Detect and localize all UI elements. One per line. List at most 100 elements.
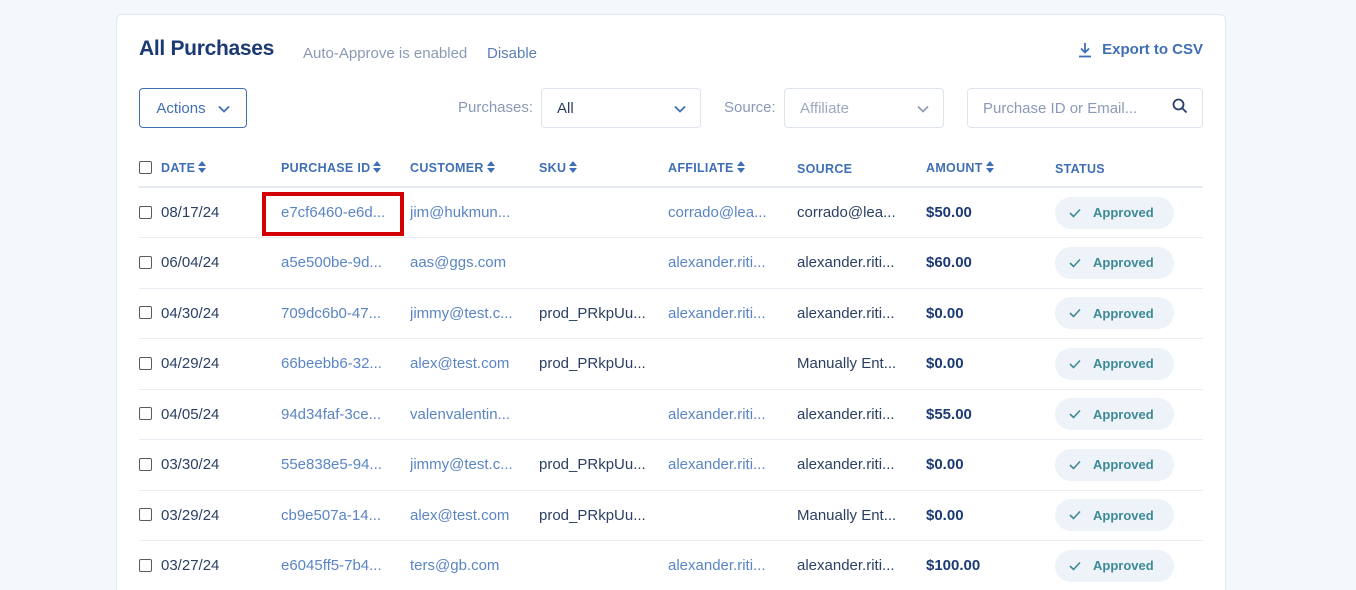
affiliate-cell[interactable]: alexander.riti... xyxy=(668,389,797,440)
status-badge: Approved xyxy=(1055,448,1174,481)
purchase-id-cell[interactable]: 94d34faf-3ce... xyxy=(281,389,410,440)
affiliate-cell[interactable]: alexander.riti... xyxy=(668,288,797,339)
sort-icon[interactable] xyxy=(985,161,994,176)
table-row[interactable]: 04/30/24 709dc6b0-47... jimmy@test.c... … xyxy=(139,288,1203,339)
row-checkbox[interactable] xyxy=(139,457,152,471)
source-cell: corrado@lea... xyxy=(797,187,926,238)
chevron-down-icon xyxy=(217,100,230,117)
column-header-affiliate[interactable]: AFFILIATE xyxy=(668,151,797,188)
purchases-filter-value: All xyxy=(557,99,574,117)
status-badge: Approved xyxy=(1055,398,1174,431)
sort-icon[interactable] xyxy=(198,161,207,176)
column-header-amount[interactable]: AMOUNT xyxy=(926,151,1055,188)
row-checkbox[interactable] xyxy=(139,407,152,421)
column-header-customer[interactable]: CUSTOMER xyxy=(410,151,539,188)
column-header-date[interactable]: DATE xyxy=(139,151,281,188)
actions-label: Actions xyxy=(156,99,206,117)
date-cell: 04/29/24 xyxy=(139,338,281,390)
source-cell: Manually Ent... xyxy=(797,338,926,390)
customer-cell[interactable]: alex@test.com xyxy=(410,490,539,541)
sort-icon[interactable] xyxy=(736,161,745,176)
affiliate-cell[interactable]: alexander.riti... xyxy=(668,439,797,491)
purchase-id-cell[interactable]: cb9e507a-14... xyxy=(281,490,410,541)
status-cell: Approved xyxy=(1055,288,1203,339)
purchases-filter-select[interactable]: All xyxy=(541,88,701,128)
status-badge: Approved xyxy=(1055,297,1174,330)
source-filter-label: Source: xyxy=(724,99,776,116)
customer-cell[interactable]: jimmy@test.c... xyxy=(410,288,539,339)
column-header-source: SOURCE xyxy=(797,151,926,188)
affiliate-cell[interactable] xyxy=(668,490,797,541)
sku-cell: prod_PRkpUu... xyxy=(539,338,668,390)
table-row[interactable]: 03/27/24 e6045ff5-7b4... ters@gb.com ale… xyxy=(139,540,1203,590)
purchase-id-cell[interactable]: e7cf6460-e6d... xyxy=(262,187,410,238)
purchases-table: DATE PURCHASE ID CUSTOMER SKU AFFILIATE … xyxy=(139,151,1203,590)
amount-cell: $60.00 xyxy=(926,237,1055,289)
purchases-filter-label: Purchases: xyxy=(458,99,534,116)
export-csv-label: Export to CSV xyxy=(1102,41,1203,58)
source-cell: alexander.riti... xyxy=(797,237,926,289)
affiliate-cell[interactable]: alexander.riti... xyxy=(668,540,797,590)
export-csv-button[interactable]: Export to CSV xyxy=(1078,41,1203,58)
page-title: All Purchases xyxy=(139,37,274,60)
amount-cell: $0.00 xyxy=(926,338,1055,390)
check-icon xyxy=(1069,511,1081,520)
source-cell: alexander.riti... xyxy=(797,389,926,440)
purchase-id-cell[interactable]: e6045ff5-7b4... xyxy=(281,540,410,590)
actions-dropdown-button[interactable]: Actions xyxy=(139,88,247,128)
row-checkbox[interactable] xyxy=(139,306,152,320)
search-icon[interactable] xyxy=(1172,98,1188,119)
source-filter-select[interactable]: Affiliate xyxy=(784,88,944,128)
customer-cell[interactable]: ters@gb.com xyxy=(410,540,539,590)
status-cell: Approved xyxy=(1055,439,1203,491)
purchase-id-cell[interactable]: 55e838e5-94... xyxy=(281,439,410,491)
customer-cell[interactable]: valenvalentin... xyxy=(410,389,539,440)
sort-icon[interactable] xyxy=(486,161,495,176)
table-row[interactable]: 03/30/24 55e838e5-94... jimmy@test.c... … xyxy=(139,439,1203,491)
sku-cell xyxy=(539,540,668,590)
date-cell: 03/27/24 xyxy=(139,540,281,590)
sort-icon[interactable] xyxy=(373,161,382,176)
table-row[interactable]: 04/29/24 66beebb6-32... alex@test.com pr… xyxy=(139,338,1203,390)
check-icon xyxy=(1069,561,1081,571)
search-box xyxy=(967,88,1203,128)
select-all-checkbox[interactable] xyxy=(139,161,152,175)
customer-cell[interactable]: jimmy@test.c... xyxy=(410,439,539,491)
column-header-sku[interactable]: SKU xyxy=(539,151,668,188)
sort-icon[interactable] xyxy=(569,161,578,176)
customer-cell[interactable]: aas@ggs.com xyxy=(410,237,539,289)
search-input[interactable] xyxy=(983,99,1163,117)
customer-cell[interactable]: alex@test.com xyxy=(410,338,539,390)
sku-cell: prod_PRkpUu... xyxy=(539,288,668,339)
row-checkbox[interactable] xyxy=(139,356,152,370)
date-cell: 03/30/24 xyxy=(139,439,281,491)
date-cell: 04/05/24 xyxy=(139,389,281,440)
row-checkbox[interactable] xyxy=(139,558,152,572)
row-checkbox[interactable] xyxy=(139,508,152,522)
table-row[interactable]: 06/04/24 a5e500be-9d... aas@ggs.com alex… xyxy=(139,237,1203,289)
status-cell: Approved xyxy=(1055,187,1203,238)
affiliate-cell[interactable]: alexander.riti... xyxy=(668,237,797,289)
date-cell: 08/17/24 xyxy=(139,187,281,238)
purchase-id-cell[interactable]: 66beebb6-32... xyxy=(281,338,410,390)
date-cell: 03/29/24 xyxy=(139,490,281,541)
source-cell: Manually Ent... xyxy=(797,490,926,541)
sku-cell: prod_PRkpUu... xyxy=(539,439,668,491)
table-row[interactable]: 03/29/24 cb9e507a-14... alex@test.com pr… xyxy=(139,490,1203,541)
table-row[interactable]: 08/17/24 e7cf6460-e6d... jim@hukmun... c… xyxy=(139,187,1203,238)
chevron-down-icon xyxy=(917,100,929,117)
column-header-purchase-id[interactable]: PURCHASE ID xyxy=(281,151,410,188)
amount-cell: $0.00 xyxy=(926,439,1055,491)
purchase-id-cell[interactable]: a5e500be-9d... xyxy=(281,237,410,289)
disable-auto-approve-link[interactable]: Disable xyxy=(487,45,537,62)
row-checkbox[interactable] xyxy=(139,205,152,219)
row-checkbox[interactable] xyxy=(139,255,152,269)
affiliate-cell[interactable] xyxy=(668,338,797,390)
sku-cell xyxy=(539,187,668,238)
customer-cell[interactable]: jim@hukmun... xyxy=(410,187,539,238)
affiliate-cell[interactable]: corrado@lea... xyxy=(668,187,797,238)
chevron-down-icon xyxy=(674,100,686,117)
status-badge: Approved xyxy=(1055,499,1174,532)
table-row[interactable]: 04/05/24 94d34faf-3ce... valenvalentin..… xyxy=(139,389,1203,440)
purchase-id-cell[interactable]: 709dc6b0-47... xyxy=(281,288,410,339)
